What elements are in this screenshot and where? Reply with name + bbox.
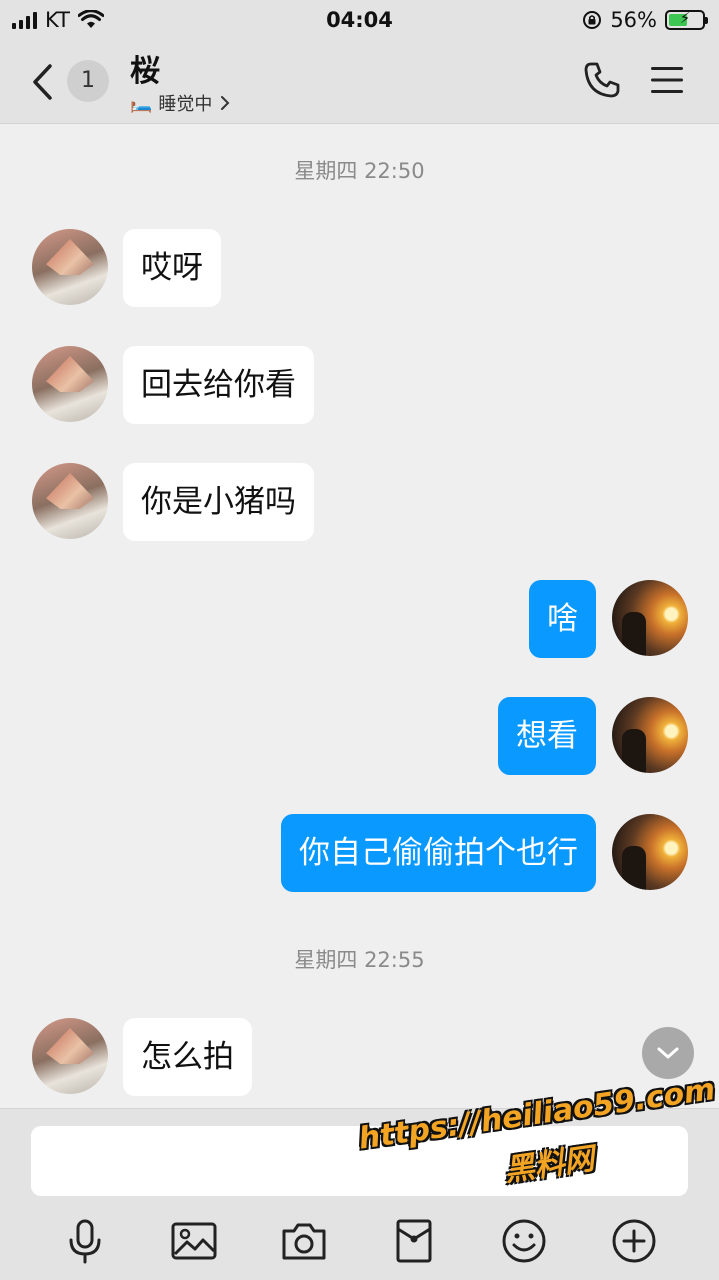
plus-icon[interactable]	[610, 1217, 658, 1265]
status-bar: KT 04:04 56% ⚡	[0, 0, 719, 40]
orientation-lock-icon	[583, 11, 602, 29]
red-packet-icon[interactable]	[390, 1217, 438, 1265]
chat-header: 1 桜 🛏️ 睡觉中	[0, 40, 719, 124]
wifi-icon	[77, 10, 104, 28]
carrier-label: KT	[45, 8, 70, 32]
status-right: 56% ⚡	[582, 8, 708, 32]
timestamp: 星期四 22:50	[294, 159, 425, 183]
contact-avatar[interactable]	[32, 229, 108, 305]
outgoing-message[interactable]: 你自己偷偷拍个也行	[281, 814, 596, 892]
camera-icon[interactable]	[280, 1217, 328, 1265]
contact-avatar[interactable]	[32, 346, 108, 422]
battery-percent: 56%	[610, 8, 657, 32]
my-avatar[interactable]	[612, 814, 688, 890]
contact-avatar[interactable]	[32, 1018, 108, 1094]
battery-icon: ⚡	[665, 9, 708, 30]
scroll-to-bottom-button[interactable]	[642, 1027, 694, 1079]
incoming-message[interactable]: 哎呀	[123, 229, 221, 307]
emoji-icon[interactable]	[500, 1217, 548, 1265]
charging-icon: ⚡	[679, 9, 691, 27]
incoming-message[interactable]: 怎么拍	[123, 1018, 252, 1096]
back-button[interactable]	[26, 60, 58, 104]
timestamp: 星期四 22:55	[294, 948, 425, 972]
contact-name[interactable]: 桜	[130, 46, 160, 90]
image-icon[interactable]	[170, 1217, 218, 1265]
contact-avatar[interactable]	[32, 463, 108, 539]
message-input[interactable]	[31, 1126, 688, 1196]
outgoing-message[interactable]: 想看	[498, 697, 596, 775]
status-left: KT	[12, 8, 104, 32]
phone-call-button[interactable]	[582, 60, 622, 100]
microphone-icon[interactable]	[61, 1217, 109, 1265]
chevron-right-icon	[221, 96, 230, 110]
menu-button[interactable]	[650, 64, 684, 96]
unread-badge[interactable]: 1	[67, 60, 109, 102]
incoming-message[interactable]: 回去给你看	[123, 346, 314, 424]
outgoing-message[interactable]: 啥	[529, 580, 596, 658]
my-avatar[interactable]	[612, 580, 688, 656]
incoming-message[interactable]: 你是小猪吗	[123, 463, 314, 541]
chevron-down-icon	[657, 1047, 679, 1059]
input-area	[0, 1108, 719, 1280]
bed-icon: 🛏️	[130, 92, 153, 114]
signal-icon	[12, 11, 37, 29]
contact-status[interactable]: 🛏️ 睡觉中	[130, 90, 232, 116]
status-text: 睡觉中	[158, 94, 213, 115]
my-avatar[interactable]	[612, 697, 688, 773]
